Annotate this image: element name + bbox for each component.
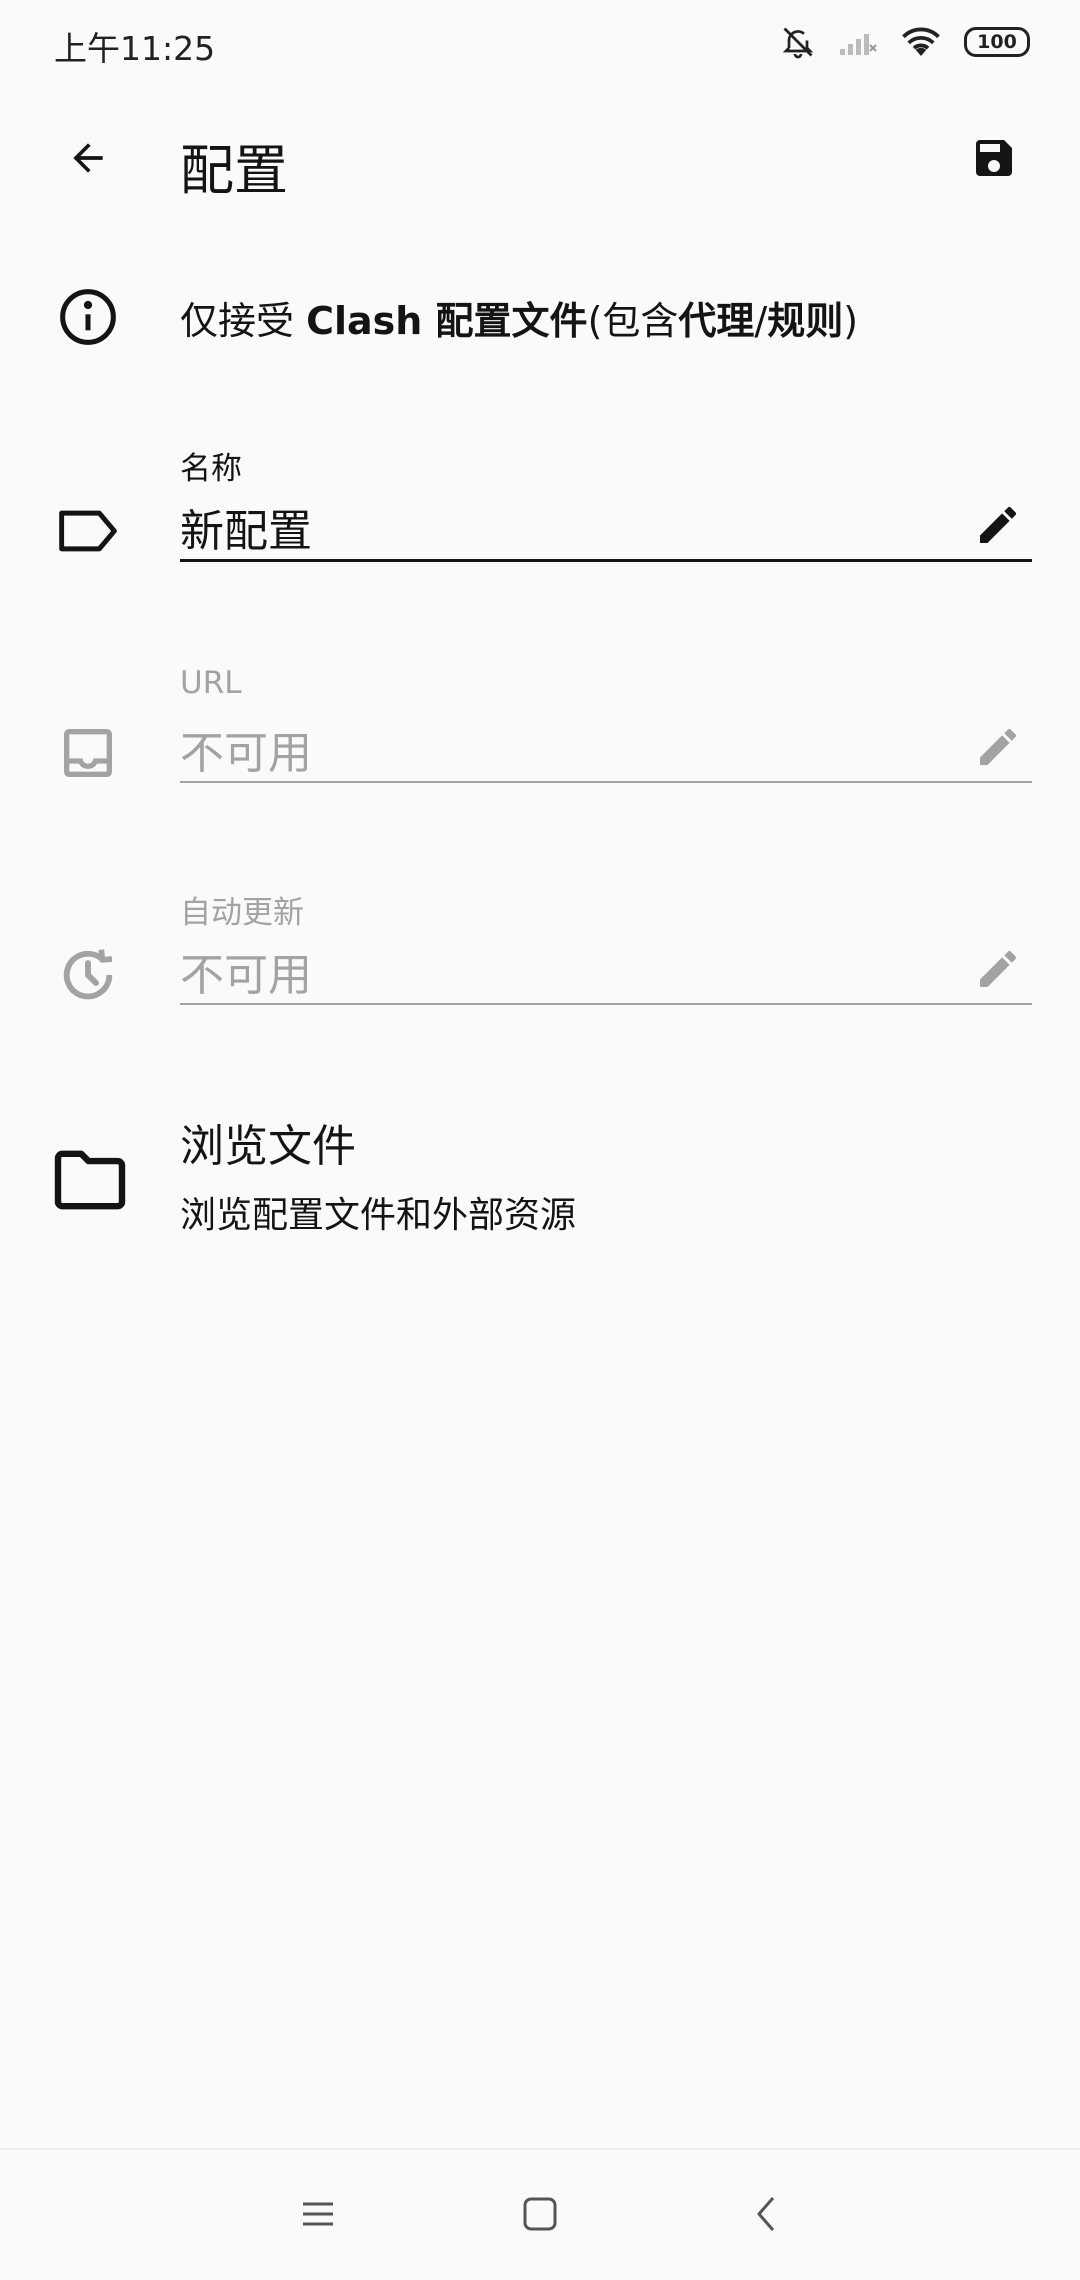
info-text-prefix: 仅接受 — [180, 299, 307, 343]
info-text-suffix: ) — [843, 299, 859, 343]
status-time: 上午11:25 — [54, 29, 216, 68]
info-icon — [56, 285, 120, 353]
name-field-label: 名称 — [180, 451, 242, 487]
url-field-underline — [180, 781, 1032, 783]
name-field-value[interactable]: 新配置 — [180, 495, 312, 559]
url-field-row: URL 不可用 — [0, 665, 1080, 825]
info-text-slash: / — [754, 299, 768, 343]
auto-update-field-row: 自动更新 不可用 — [0, 887, 1080, 1047]
label-icon — [56, 499, 120, 563]
back-arrow-icon — [66, 136, 110, 184]
pencil-icon — [974, 723, 1022, 775]
menu-button[interactable] — [288, 2186, 348, 2246]
info-text-rules: 规则 — [767, 299, 844, 343]
system-back-button[interactable] — [736, 2186, 796, 2246]
browse-files-subtitle: 浏览配置文件和外部资源 — [180, 1195, 577, 1236]
name-field-underline — [180, 559, 1032, 562]
url-field-label: URL — [180, 665, 242, 701]
url-field-value: 不可用 — [180, 728, 312, 779]
auto-update-edit-button — [970, 943, 1026, 999]
history-icon — [56, 943, 120, 1007]
back-button[interactable] — [56, 128, 120, 192]
folder-icon — [52, 1142, 128, 1218]
info-text: 仅接受 Clash 配置文件(包含代理/规则) — [180, 290, 858, 345]
auto-update-field-label: 自动更新 — [180, 895, 304, 931]
url-edit-button — [970, 721, 1026, 777]
browse-files-row[interactable]: 浏览文件 浏览配置文件和外部资源 — [0, 1110, 1080, 1250]
silent-bell-icon — [780, 24, 816, 60]
status-icons: 100 — [780, 24, 1030, 60]
save-icon — [970, 134, 1018, 186]
screen: 上午11:25 100 配置 仅接受 Clash 配置文件(包含代理/规则) 名… — [0, 0, 1080, 2280]
info-text-mid1: (包含 — [587, 299, 679, 343]
page-title: 配置 — [180, 139, 288, 202]
auto-update-field-underline — [180, 1003, 1032, 1005]
signal-icon — [838, 27, 878, 57]
name-edit-button[interactable] — [970, 499, 1026, 555]
inbox-icon — [56, 721, 120, 785]
status-bar: 上午11:25 100 — [0, 0, 1080, 90]
save-button[interactable] — [962, 128, 1026, 192]
back-chevron-icon — [751, 2194, 781, 2238]
info-row: 仅接受 Clash 配置文件(包含代理/规则) — [0, 270, 1080, 360]
info-text-clash: Clash 配置文件 — [306, 299, 588, 343]
navigation-bar — [0, 2148, 1080, 2280]
info-text-proxy: 代理 — [678, 299, 755, 343]
app-bar: 配置 — [0, 90, 1080, 230]
name-field-row[interactable]: 名称 新配置 — [0, 443, 1080, 603]
pencil-icon — [974, 501, 1022, 553]
home-button[interactable] — [510, 2186, 570, 2246]
home-icon — [522, 2196, 558, 2236]
wifi-icon — [900, 26, 942, 58]
browse-files-title: 浏览文件 — [180, 1121, 356, 1172]
menu-icon — [300, 2198, 336, 2234]
battery-indicator: 100 — [964, 27, 1030, 57]
auto-update-field-value: 不可用 — [180, 950, 312, 1001]
pencil-icon — [974, 945, 1022, 997]
